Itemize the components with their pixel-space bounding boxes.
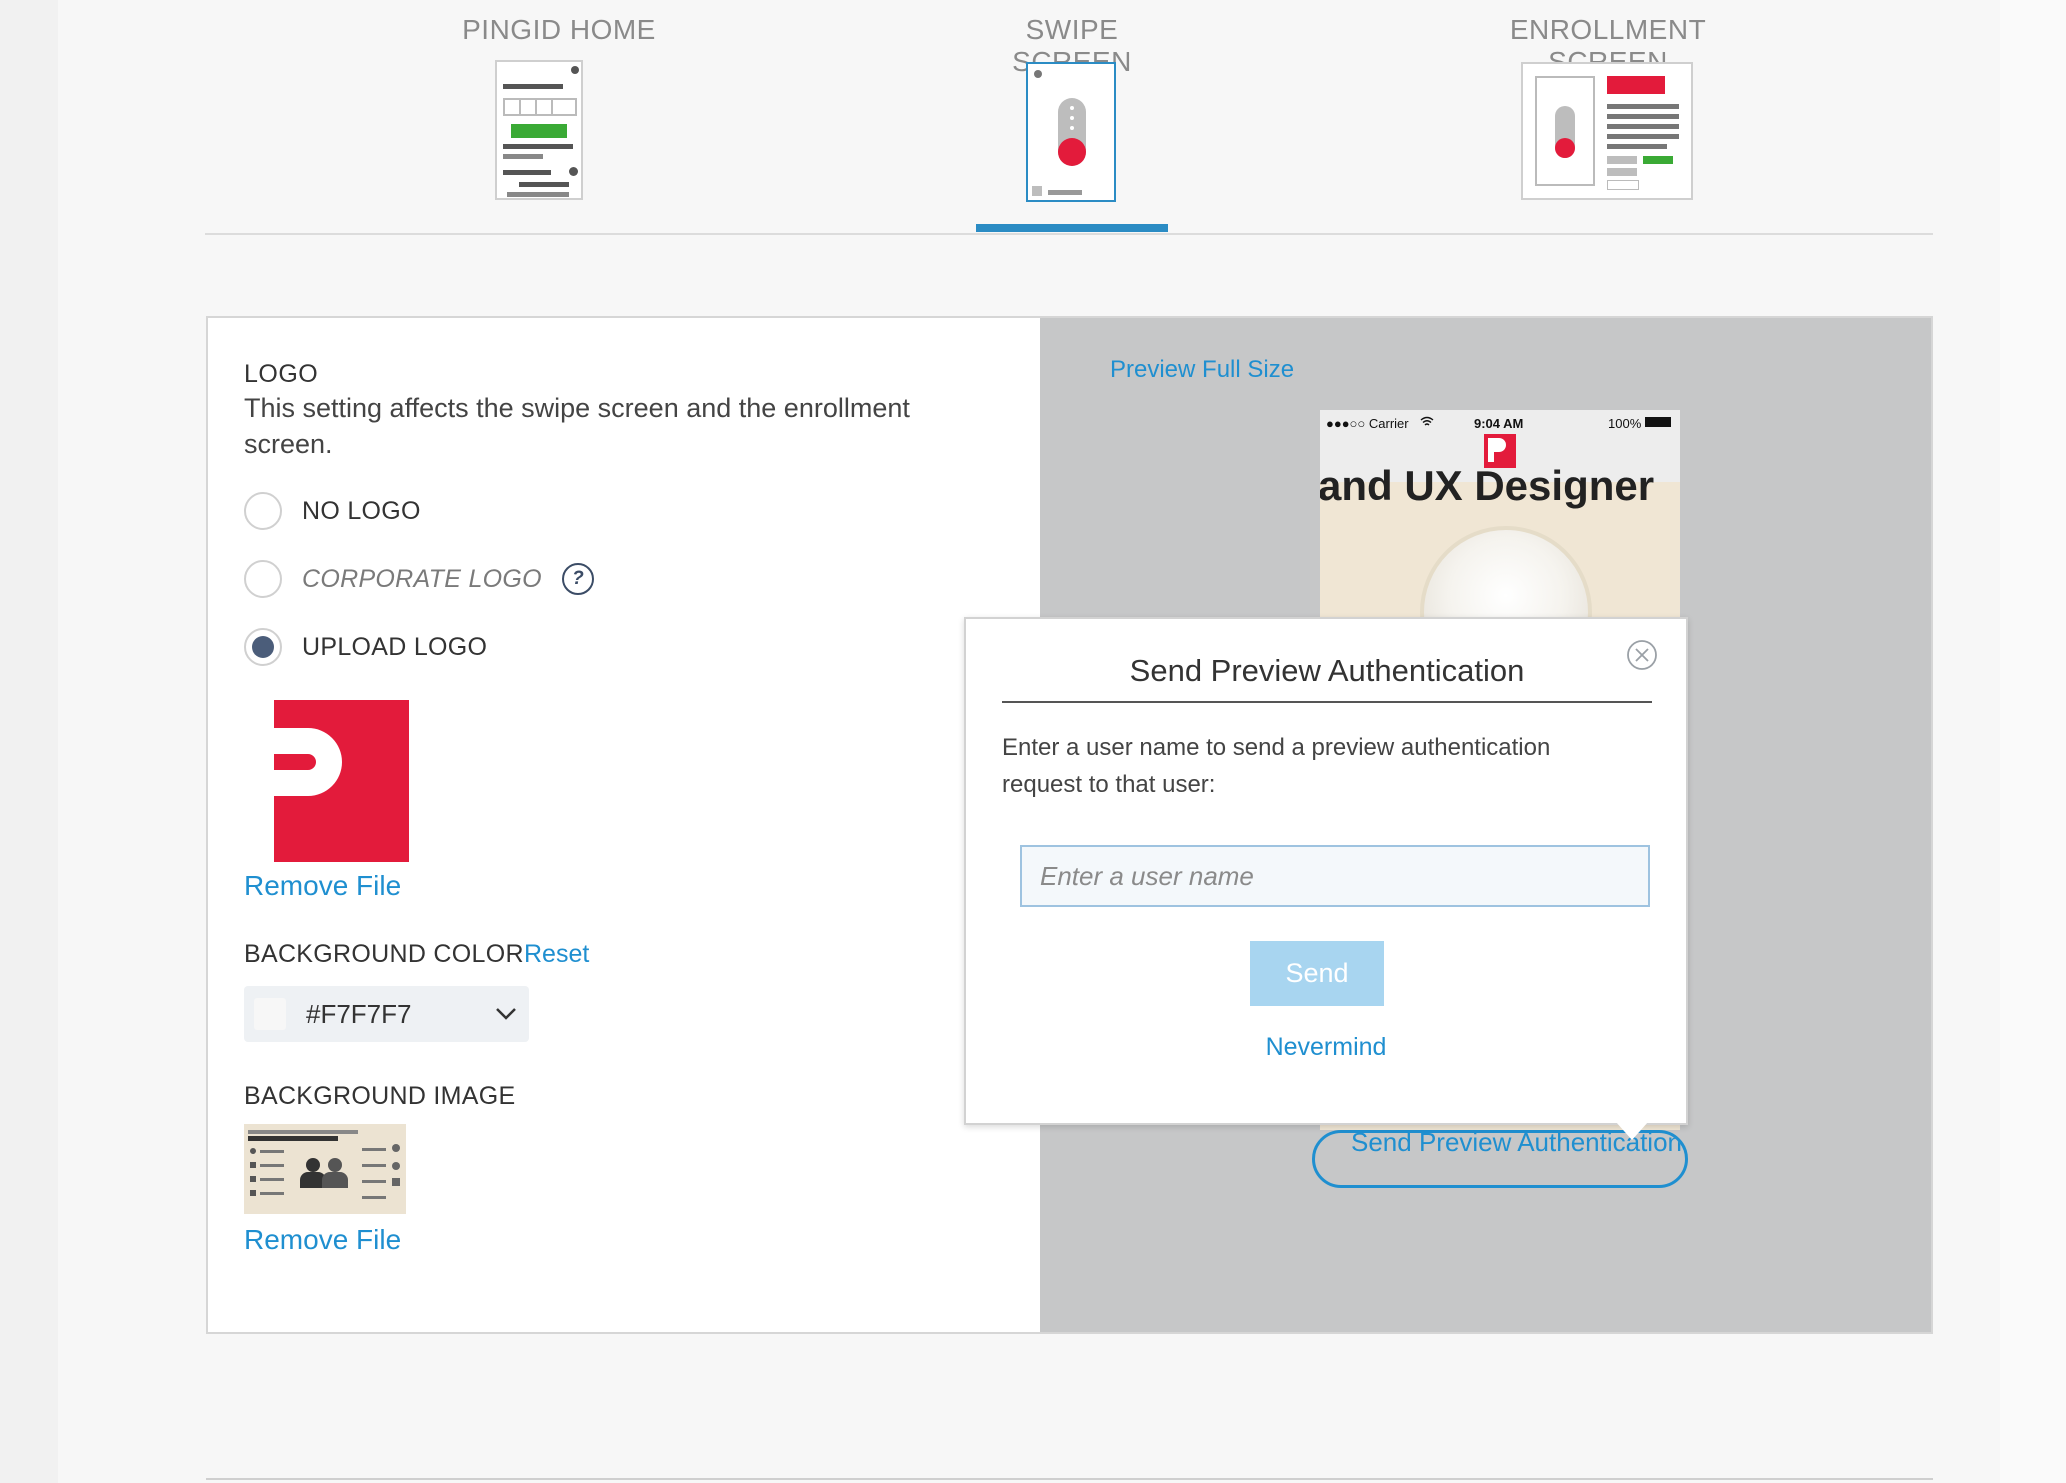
logo-heading: LOGO	[244, 360, 319, 388]
tab-swipe-screen[interactable]: SWIPE SCREEN	[976, 14, 1168, 232]
logo-description: This setting affects the swipe screen an…	[244, 393, 910, 459]
tab-bar: PINGID HOME SWIPE SCREEN	[205, 0, 1933, 235]
modal-instructions: Enter a user name to send a preview auth…	[1002, 734, 1551, 798]
reset-background-color-link[interactable]: Reset	[524, 940, 589, 969]
question-icon[interactable]: ?	[561, 563, 594, 595]
color-swatch	[254, 998, 286, 1030]
radio-label: CORPORATE LOGO	[302, 564, 542, 593]
background-color-value: #F7F7F7	[306, 998, 412, 1029]
active-tab-indicator	[976, 224, 1168, 232]
preview-full-size-link[interactable]: Preview Full Size	[1110, 356, 1294, 384]
right-gutter	[2000, 0, 2066, 1483]
tab-pingid-home[interactable]: PINGID HOME	[449, 14, 669, 200]
battery-icon	[1645, 417, 1671, 427]
modal-title: Send Preview Authentication	[1002, 653, 1652, 703]
bottom-divider	[206, 1478, 1933, 1480]
remove-background-image-link[interactable]: Remove File	[244, 1224, 401, 1256]
nevermind-link[interactable]: Nevermind	[966, 1033, 1686, 1062]
close-icon[interactable]	[1626, 639, 1658, 671]
chevron-down-icon	[496, 1008, 516, 1020]
send-preview-modal: Send Preview Authentication Enter a user…	[964, 617, 1688, 1125]
background-color-select[interactable]: #F7F7F7	[244, 986, 529, 1042]
username-input[interactable]	[1020, 845, 1650, 907]
modal-pointer	[1616, 1122, 1648, 1140]
status-battery: 100%	[1608, 416, 1642, 431]
remove-logo-file-link[interactable]: Remove File	[244, 870, 401, 902]
status-carrier: ●●●○○ Carrier	[1326, 416, 1409, 431]
background-image-thumbnail	[244, 1124, 406, 1214]
radio-button[interactable]	[244, 492, 282, 530]
background-color-label: BACKGROUND COLOR	[244, 940, 524, 968]
phone-headline: and UX Designer	[1320, 462, 1655, 509]
enrollment-screen-thumbnail	[1521, 62, 1693, 200]
uploaded-logo-preview	[274, 700, 409, 862]
radio-upload-logo[interactable]: UPLOAD LOGO	[244, 628, 487, 666]
background-image-label: BACKGROUND IMAGE	[244, 1082, 516, 1110]
status-time: 9:04 AM	[1474, 416, 1524, 431]
pingid-home-thumbnail	[495, 60, 583, 200]
radio-no-logo[interactable]: NO LOGO	[244, 492, 421, 530]
radio-corporate-logo[interactable]: CORPORATE LOGO ?	[244, 560, 594, 598]
wifi-icon	[1420, 416, 1434, 426]
radio-button[interactable]	[244, 560, 282, 598]
tab-label: PINGID HOME	[462, 14, 656, 45]
send-button[interactable]: Send	[1250, 941, 1384, 1006]
page: PINGID HOME SWIPE SCREEN	[58, 0, 2000, 1483]
swipe-screen-thumbnail	[1026, 62, 1116, 202]
tab-enrollment-screen[interactable]: ENROLLMENT SCREEN	[1463, 14, 1753, 200]
radio-button-checked[interactable]	[244, 628, 282, 666]
radio-label: UPLOAD LOGO	[302, 632, 488, 661]
settings-pane: LOGO This setting affects the swipe scre…	[208, 318, 1040, 1332]
radio-label: NO LOGO	[302, 496, 421, 525]
